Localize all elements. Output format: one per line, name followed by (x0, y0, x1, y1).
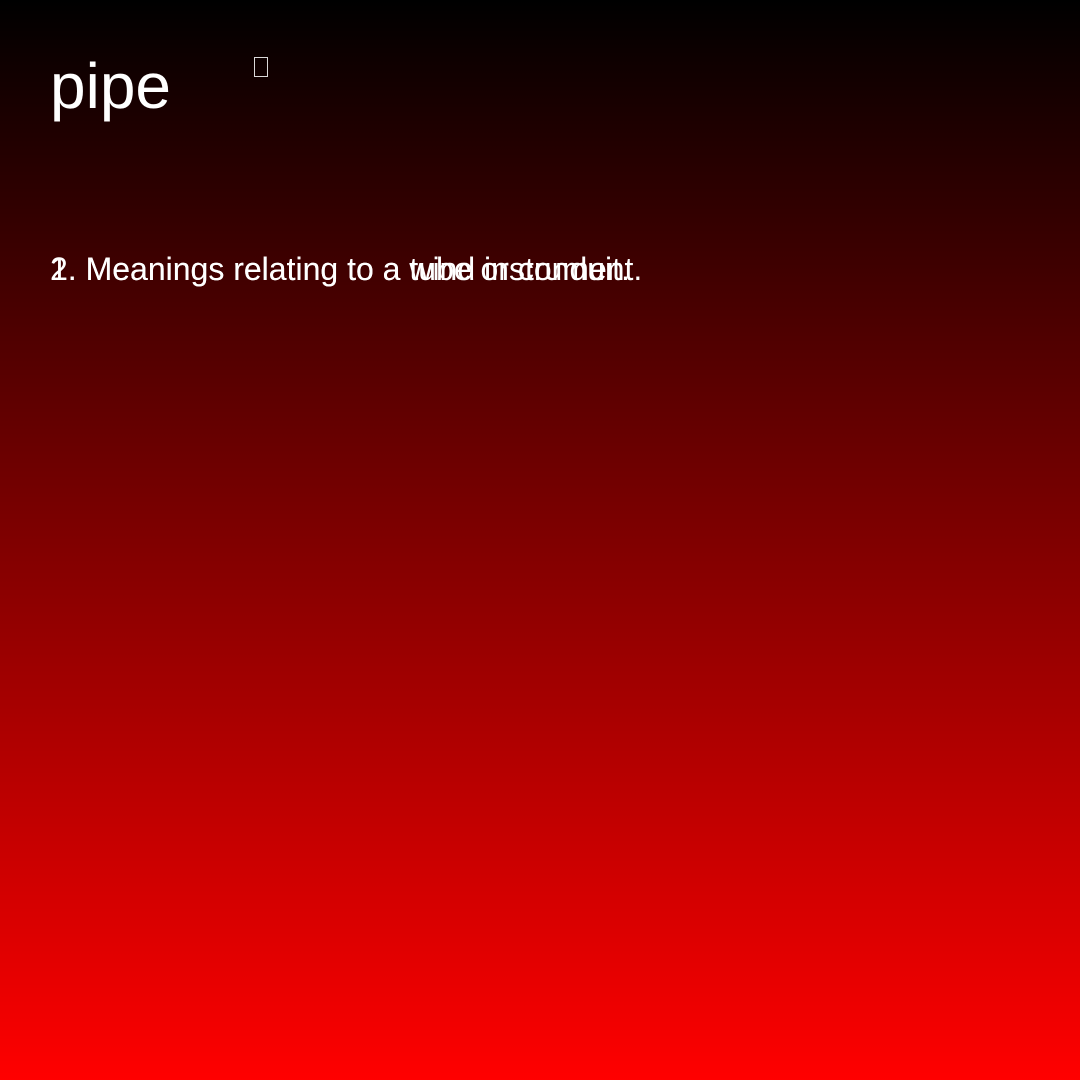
meaning-item-2: 2. Meanings relating to a wind instrumen… (50, 251, 643, 287)
missing-glyph-icon (254, 57, 268, 77)
headword: pipe (50, 50, 171, 122)
